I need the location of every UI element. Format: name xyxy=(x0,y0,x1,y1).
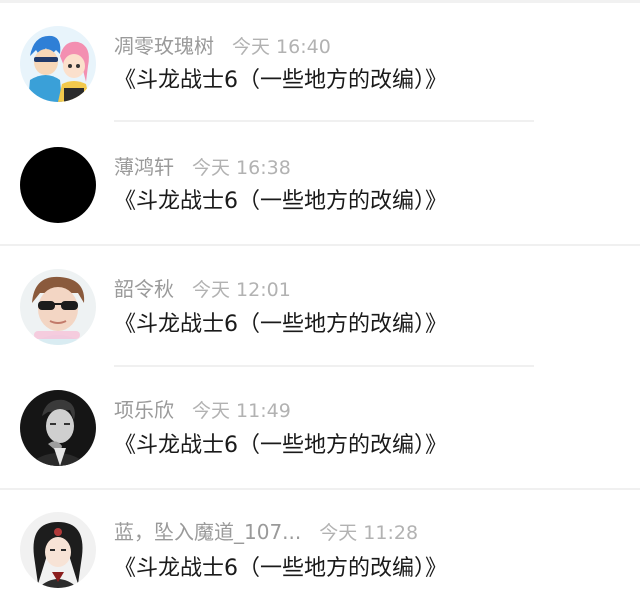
avatar[interactable] xyxy=(20,147,96,223)
avatar[interactable] xyxy=(20,269,96,345)
timestamp: 今天 11:28 xyxy=(319,522,419,544)
list-item[interactable]: 薄鸿轩 今天 16:38 《斗龙战士6（一些地方的改编）》 xyxy=(0,122,640,246)
message-meta: 韶令秋 今天 12:01 xyxy=(114,275,291,303)
avatar[interactable] xyxy=(20,512,96,588)
message-text[interactable]: 《斗龙战士6（一些地方的改编）》 xyxy=(114,66,447,96)
avatar[interactable] xyxy=(20,26,96,102)
message-text[interactable]: 《斗龙战士6（一些地方的改编）》 xyxy=(114,431,447,461)
list-item[interactable]: 凋零玫瑰树 今天 16:40 《斗龙战士6（一些地方的改编）》 xyxy=(0,0,640,122)
message-meta: 项乐欣 今天 11:49 xyxy=(114,396,291,424)
username[interactable]: 蓝，坠入魔道_107... xyxy=(114,520,301,544)
list-item[interactable]: 项乐欣 今天 11:49 《斗龙战士6（一些地方的改编）》 xyxy=(0,367,640,490)
message-text[interactable]: 《斗龙战士6（一些地方的改编）》 xyxy=(114,554,447,584)
black-circle-avatar-icon xyxy=(20,147,96,223)
username[interactable]: 韶令秋 xyxy=(114,277,174,301)
username[interactable]: 项乐欣 xyxy=(114,398,174,422)
message-meta: 蓝，坠入魔道_107... 今天 11:28 xyxy=(114,518,418,546)
username[interactable]: 薄鸿轩 xyxy=(114,155,174,179)
username[interactable]: 凋零玫瑰树 xyxy=(114,34,214,58)
message-meta: 凋零玫瑰树 今天 16:40 xyxy=(114,32,331,60)
anime-dark-hair-avatar-icon xyxy=(20,512,96,588)
list-item[interactable]: 蓝，坠入魔道_107... 今天 11:28 《斗龙战士6（一些地方的改编）》 xyxy=(0,490,640,612)
avatar[interactable] xyxy=(20,390,96,466)
message-meta: 薄鸿轩 今天 16:38 xyxy=(114,153,291,181)
timestamp: 今天 16:40 xyxy=(232,36,331,58)
message-text[interactable]: 《斗龙战士6（一些地方的改编）》 xyxy=(114,187,447,217)
timestamp: 今天 12:01 xyxy=(192,279,291,301)
list-item[interactable]: 韶令秋 今天 12:01 《斗龙战士6（一些地方的改编）》 xyxy=(0,245,640,367)
timestamp: 今天 16:38 xyxy=(192,157,291,179)
message-text[interactable]: 《斗龙战士6（一些地方的改编）》 xyxy=(114,310,447,340)
timestamp: 今天 11:49 xyxy=(192,400,291,422)
monochrome-man-avatar-icon xyxy=(20,390,96,466)
cartoon-couple-avatar-icon xyxy=(20,26,96,102)
sunglasses-boy-avatar-icon xyxy=(20,269,96,345)
